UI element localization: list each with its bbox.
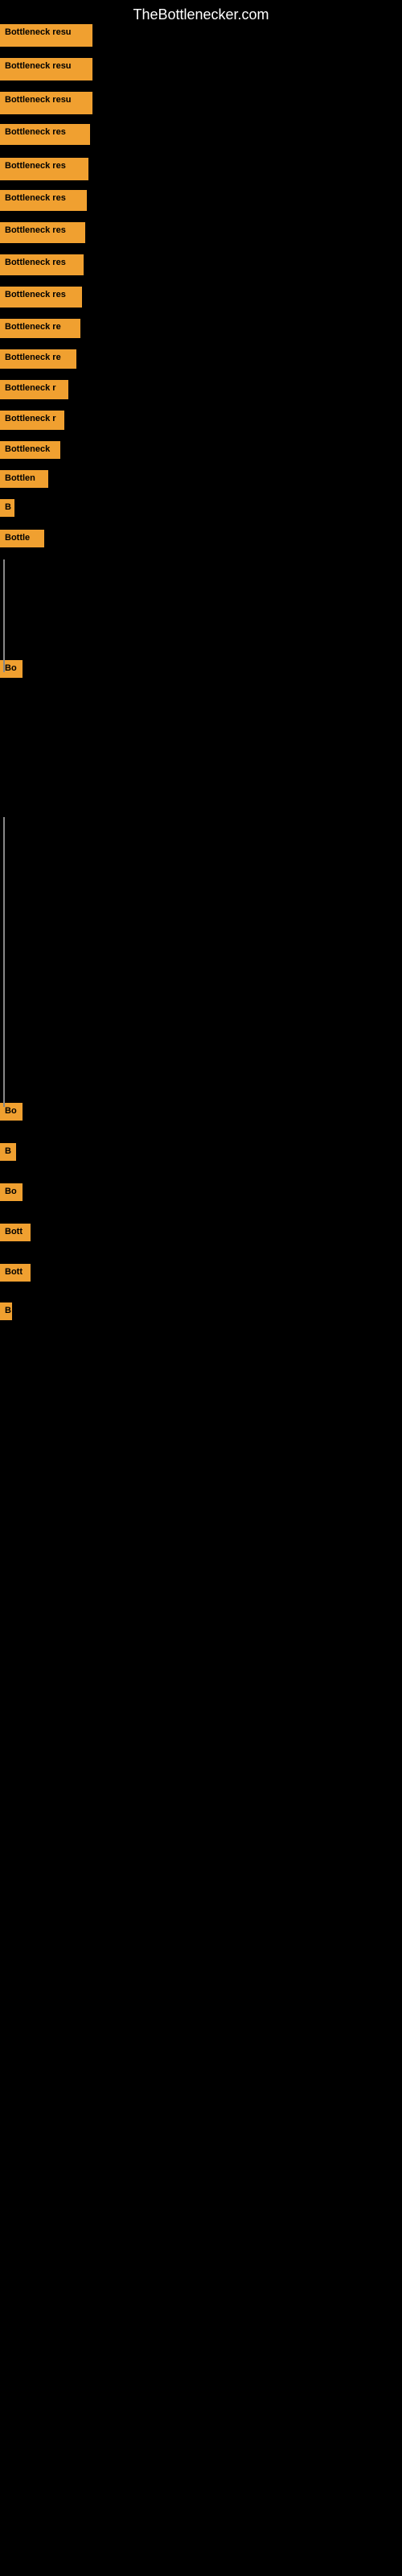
bottleneck-item[interactable]: Bottleneck resu (0, 24, 92, 47)
bottleneck-item[interactable]: Bottleneck r (0, 380, 68, 399)
long-vertical-bar (3, 608, 5, 672)
bottleneck-item[interactable]: Bottleneck res (0, 287, 82, 308)
bottleneck-item[interactable]: Bottleneck r (0, 411, 64, 430)
bottleneck-item[interactable]: Bott (0, 1224, 31, 1241)
bottleneck-item[interactable]: Bottleneck resu (0, 58, 92, 80)
bottleneck-item[interactable]: Bottleneck res (0, 190, 87, 211)
bottleneck-item[interactable]: Bottleneck res (0, 222, 85, 243)
bottleneck-item[interactable]: Bottleneck res (0, 124, 90, 145)
bottleneck-item[interactable]: B (0, 1143, 16, 1161)
long-vertical-bar (3, 962, 5, 1107)
bottleneck-item[interactable]: Bottleneck re (0, 319, 80, 338)
bottleneck-item[interactable]: B (0, 499, 14, 517)
bottleneck-item[interactable]: Bottleneck re (0, 349, 76, 369)
bottleneck-item[interactable]: Bott (0, 1264, 31, 1282)
bottleneck-item[interactable]: Bottleneck (0, 441, 60, 459)
bottleneck-item[interactable]: Bottlen (0, 470, 48, 488)
bottleneck-item[interactable]: Bo (0, 1183, 23, 1201)
bottleneck-item[interactable]: Bottleneck res (0, 158, 88, 180)
bottleneck-item[interactable]: B (0, 1302, 12, 1320)
bottleneck-item[interactable]: Bottleneck res (0, 254, 84, 275)
bottleneck-item[interactable]: Bottle (0, 530, 44, 547)
bottleneck-item[interactable]: Bottleneck resu (0, 92, 92, 114)
long-vertical-bar (3, 817, 5, 978)
